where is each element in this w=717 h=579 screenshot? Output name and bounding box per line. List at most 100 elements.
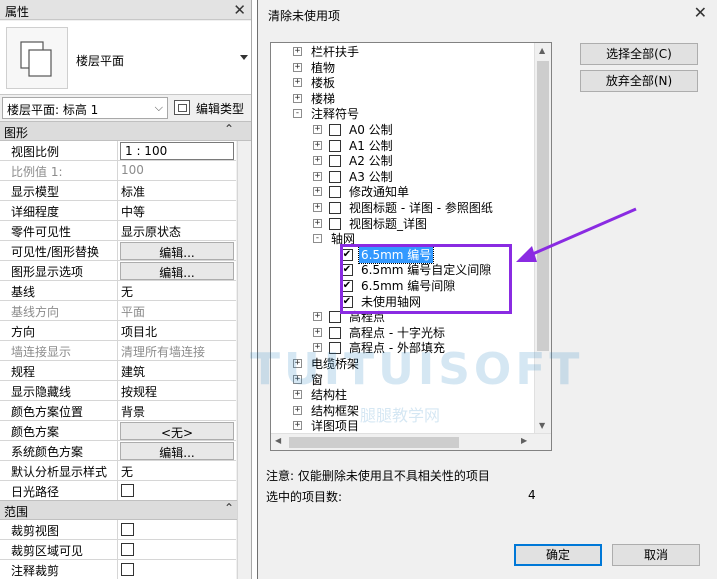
expand-icon[interactable]: + xyxy=(293,421,302,431)
expand-icon[interactable]: + xyxy=(313,187,322,197)
tree-item[interactable]: + 视图标题 - 详图 - 参照图纸 xyxy=(271,200,536,216)
property-row[interactable]: 颜色方案 <无> xyxy=(0,421,236,441)
scroll-thumb[interactable] xyxy=(289,437,459,448)
property-row[interactable]: 基线无 xyxy=(0,281,236,301)
property-row[interactable]: 视图比例 1 : 100 xyxy=(0,141,236,161)
collapse-icon[interactable]: ⌃ xyxy=(224,122,234,136)
expand-icon[interactable]: + xyxy=(293,359,302,368)
property-row[interactable]: 显示隐藏线 按规程 xyxy=(0,381,236,401)
close-icon[interactable]: ✕ xyxy=(694,3,707,22)
property-value[interactable] xyxy=(119,540,236,560)
scroll-down-icon[interactable]: ▼ xyxy=(539,421,545,430)
tree-item[interactable]: + 窗 xyxy=(271,372,536,388)
ok-button[interactable]: 确定 xyxy=(514,544,602,566)
expand-icon[interactable]: + xyxy=(313,343,322,353)
section-graphics[interactable]: 图形 ⌃ xyxy=(0,121,251,141)
property-row[interactable]: 注释裁剪 xyxy=(0,560,236,579)
tree-checkbox[interactable] xyxy=(329,139,341,152)
tree-checkbox[interactable] xyxy=(329,170,341,183)
tree-item[interactable]: + A0 公制 xyxy=(271,122,536,138)
section-extents[interactable]: 范围 ⌃ xyxy=(0,500,251,520)
tree-checkbox[interactable] xyxy=(329,186,341,199)
tree-item[interactable]: - 注释符号 xyxy=(271,106,536,122)
scroll-left-icon[interactable]: ◀ xyxy=(275,436,281,445)
property-checkbox[interactable] xyxy=(121,523,134,536)
property-value[interactable]: 1 : 100 xyxy=(120,142,234,160)
tree-item[interactable]: + 楼板 xyxy=(271,75,536,91)
expand-icon[interactable]: + xyxy=(293,405,302,415)
expand-icon[interactable]: + xyxy=(313,125,322,134)
property-checkbox[interactable] xyxy=(121,563,134,576)
edit-type-button[interactable]: 编辑类型 xyxy=(174,97,250,119)
property-value[interactable] xyxy=(119,520,236,540)
property-row[interactable]: 基线方向 平面 xyxy=(0,301,236,321)
expand-icon[interactable]: + xyxy=(313,203,322,212)
expand-icon[interactable]: + xyxy=(293,390,302,400)
property-row[interactable]: 图形显示选项 编辑... xyxy=(0,261,236,281)
collapse-icon[interactable]: - xyxy=(293,109,302,119)
expand-icon[interactable]: + xyxy=(313,218,322,228)
property-row[interactable]: 详细程度 中等 xyxy=(0,201,236,221)
tree-checkbox[interactable] xyxy=(329,124,341,136)
expand-icon[interactable]: + xyxy=(293,93,302,103)
cancel-button[interactable]: 取消 xyxy=(612,544,700,566)
expand-icon[interactable]: + xyxy=(313,140,322,150)
tree-checkbox[interactable] xyxy=(329,326,341,339)
property-row[interactable]: 默认分析显示样式无 xyxy=(0,461,236,481)
property-row[interactable]: 可见性/图形替换 编辑... xyxy=(0,241,236,261)
tree-checkbox[interactable] xyxy=(329,217,341,230)
select-all-button[interactable]: 选择全部(C) xyxy=(580,43,698,65)
expand-icon[interactable]: + xyxy=(293,78,302,88)
property-value[interactable] xyxy=(119,481,236,501)
expand-icon[interactable]: + xyxy=(293,47,302,56)
property-row[interactable]: 比例值 1: 100 xyxy=(0,161,236,181)
scroll-thumb[interactable] xyxy=(537,61,549,351)
property-edit-button[interactable]: 编辑... xyxy=(120,242,234,260)
type-selector-preview[interactable]: 楼层平面 xyxy=(0,21,251,95)
property-edit-button[interactable]: <无> xyxy=(120,422,234,440)
tree-item[interactable]: + A3 公制 xyxy=(271,169,536,185)
scroll-up-icon[interactable]: ▲ xyxy=(539,46,545,55)
property-edit-button[interactable]: 编辑... xyxy=(120,262,234,280)
expand-icon[interactable]: + xyxy=(313,156,322,166)
collapse-icon[interactable]: ⌃ xyxy=(224,501,234,515)
tree-item[interactable]: + 高程点 - 十字光标 xyxy=(271,325,536,341)
tree-checkbox[interactable] xyxy=(329,155,341,168)
property-row[interactable]: 方向 项目北 xyxy=(0,321,236,341)
tree-item[interactable]: + 详图项目 xyxy=(271,418,536,434)
property-edit-button[interactable]: 编辑... xyxy=(120,442,234,460)
property-checkbox[interactable] xyxy=(121,543,134,556)
chevron-down-icon[interactable] xyxy=(240,55,248,60)
tree-checkbox[interactable] xyxy=(329,202,341,214)
property-row[interactable]: 颜色方案位置 背景 xyxy=(0,401,236,421)
tree-vertical-scrollbar[interactable]: ▲ ▼ xyxy=(534,43,551,435)
property-value[interactable] xyxy=(119,560,236,579)
tree-item[interactable]: + 植物 xyxy=(271,60,536,76)
close-icon[interactable]: ✕ xyxy=(233,1,246,19)
property-row[interactable]: 系统颜色方案 编辑... xyxy=(0,441,236,461)
expand-icon[interactable]: + xyxy=(293,62,302,72)
tree-item[interactable]: + A1 公制 xyxy=(271,138,536,154)
expand-icon[interactable]: + xyxy=(313,327,322,337)
tree-item[interactable]: + 楼梯 xyxy=(271,91,536,107)
property-row[interactable]: 裁剪区域可见 xyxy=(0,540,236,560)
expand-icon[interactable]: + xyxy=(293,374,302,384)
tree-item[interactable]: + 电缆桥架 xyxy=(271,356,536,372)
scroll-right-icon[interactable]: ▶ xyxy=(521,436,527,445)
tree-item[interactable]: + 高程点 - 外部填充 xyxy=(271,340,536,356)
property-row[interactable]: 显示模型 标准 xyxy=(0,181,236,201)
tree-item[interactable]: + 栏杆扶手 xyxy=(271,44,536,60)
deselect-all-button[interactable]: 放弃全部(N) xyxy=(580,70,698,92)
property-row[interactable]: 墙连接显示 清理所有墙连接 xyxy=(0,341,236,361)
instance-filter-dropdown[interactable]: 楼层平面: 标高 1 ⌵ xyxy=(2,97,168,119)
property-row[interactable]: 零件可见性 显示原状态 xyxy=(0,221,236,241)
property-row[interactable]: 裁剪视图 xyxy=(0,520,236,540)
tree-item[interactable]: + 结构框架 xyxy=(271,403,536,419)
property-row[interactable]: 日光路径 xyxy=(0,481,236,501)
tree-item[interactable]: + 修改通知单 xyxy=(271,184,536,200)
tree-checkbox[interactable] xyxy=(329,342,341,355)
properties-scrollbar[interactable] xyxy=(237,141,251,579)
tree-item[interactable]: + 结构柱 xyxy=(271,387,536,403)
tree-item[interactable]: + A2 公制 xyxy=(271,153,536,169)
tree-horizontal-scrollbar[interactable]: ◀ ▶ xyxy=(271,433,551,450)
